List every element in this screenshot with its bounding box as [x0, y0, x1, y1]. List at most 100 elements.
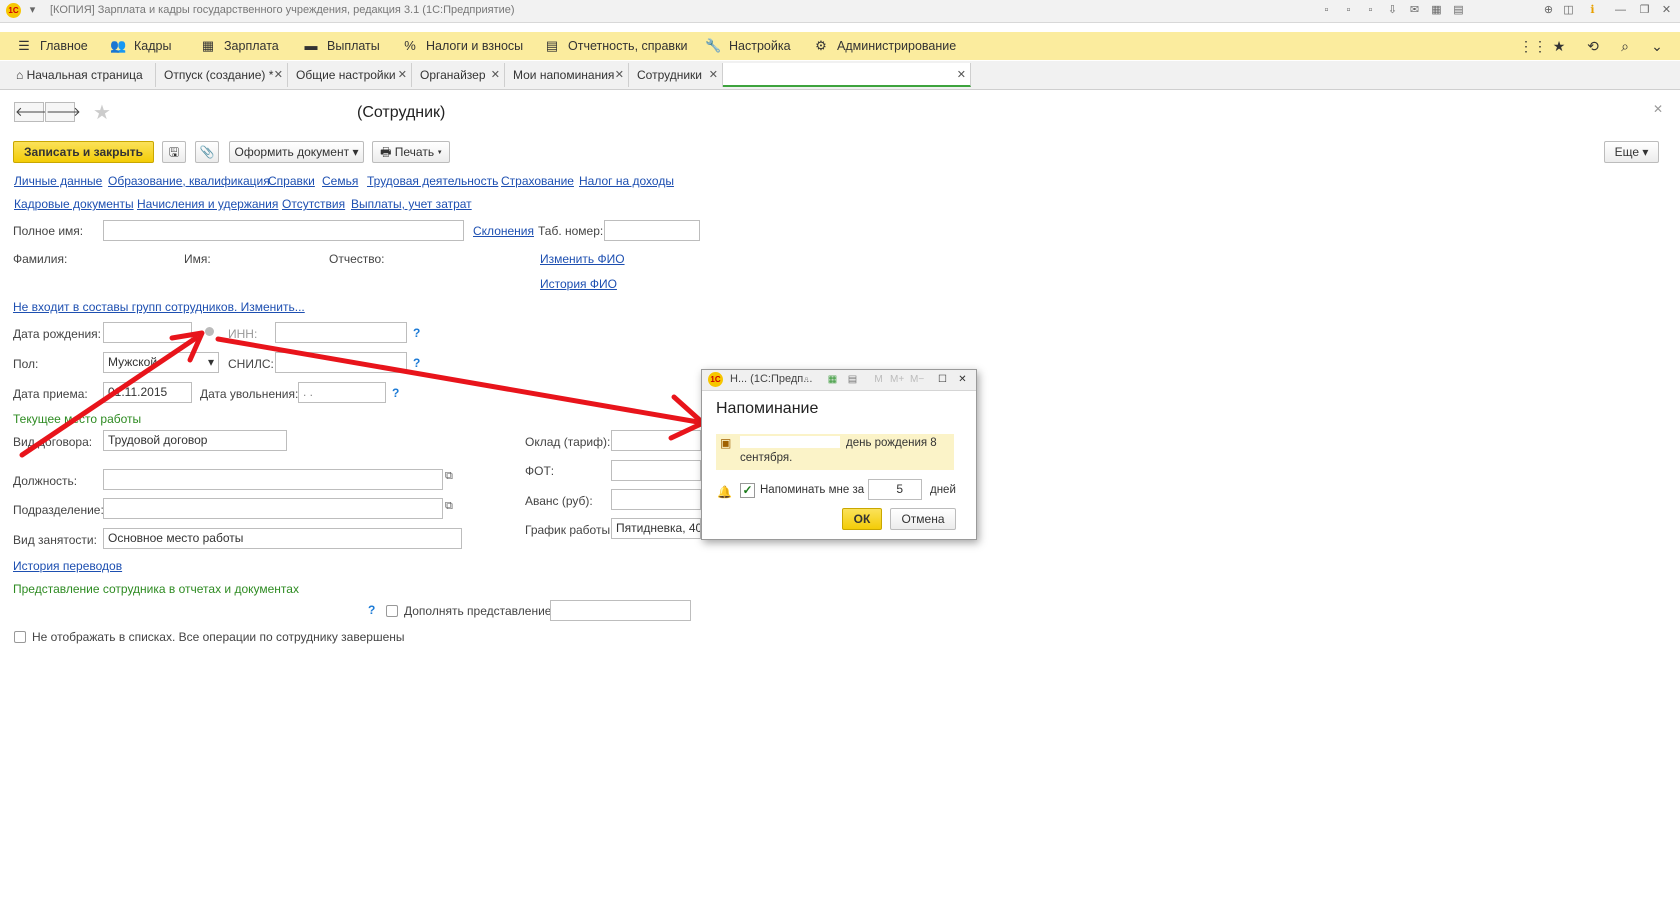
remind-checkbox[interactable]: ✓: [740, 483, 755, 498]
favorites-star-icon[interactable]: ★: [1550, 38, 1568, 54]
transfer-history-link[interactable]: История переводов: [13, 559, 122, 573]
salary-input[interactable]: [611, 430, 701, 451]
favorite-star-icon[interactable]: ★: [93, 100, 111, 125]
download-icon[interactable]: ⇩: [1386, 4, 1399, 17]
remind-days-stepper[interactable]: 5: [868, 479, 922, 500]
close-icon[interactable]: ✕: [956, 373, 969, 386]
help-icon[interactable]: ?: [413, 326, 420, 340]
groups-link[interactable]: Не входит в составы групп сотрудников. И…: [13, 300, 305, 314]
tab-number-input[interactable]: [604, 220, 700, 241]
print-button[interactable]: 🖶 Печать ▾: [372, 141, 450, 163]
close-window-icon[interactable]: ✕: [1660, 4, 1673, 17]
birthday-reminder-icon[interactable]: [205, 327, 214, 336]
cancel-button[interactable]: Отмена: [890, 508, 956, 530]
calendar-icon[interactable]: ▤: [1452, 4, 1465, 17]
dropdown-menu-icon[interactable]: ▾: [26, 4, 39, 17]
dismissal-date-input[interactable]: . .: [298, 382, 386, 403]
restore-icon[interactable]: ❐: [1638, 4, 1651, 17]
declension-link[interactable]: Склонения: [473, 224, 534, 238]
link-income-tax[interactable]: Налог на доходы: [579, 174, 674, 188]
close-tab-icon[interactable]: ✕: [491, 63, 500, 87]
tab-vacation[interactable]: Отпуск (создание) * ✕: [156, 63, 288, 87]
menu-item-hr[interactable]: 👥 Кадры: [110, 32, 171, 60]
tab-employee-active[interactable]: ✕: [723, 63, 971, 87]
table-icon[interactable]: ▦: [1430, 4, 1443, 17]
menu-item-payments[interactable]: ▬ Выплаты: [303, 32, 380, 60]
history-icon[interactable]: ⟲: [1584, 38, 1602, 54]
supplement-checkbox[interactable]: [386, 605, 398, 617]
help-icon[interactable]: ?: [368, 603, 375, 617]
memory-minus-icon[interactable]: M−: [910, 373, 924, 386]
close-tab-icon[interactable]: ✕: [615, 63, 624, 87]
fio-history-link[interactable]: История ФИО: [540, 277, 617, 291]
schedule-input[interactable]: Пятидневка, 40 ч: [611, 518, 701, 539]
save-icon[interactable]: ▫: [800, 373, 813, 386]
department-input[interactable]: [103, 498, 443, 519]
zoom-icon[interactable]: ⊕: [1542, 4, 1555, 17]
link-insurance[interactable]: Страхование: [501, 174, 574, 188]
menu-item-admin[interactable]: ⚙ Администрирование: [813, 32, 956, 60]
tab-employees[interactable]: Сотрудники ✕: [629, 63, 723, 87]
link-certificates[interactable]: Справки: [268, 174, 315, 188]
tab-organizer[interactable]: Органайзер ✕: [412, 63, 505, 87]
close-tab-icon[interactable]: ✕: [709, 63, 718, 87]
help-icon[interactable]: ?: [413, 356, 420, 370]
memory-plus-icon[interactable]: M+: [890, 373, 904, 386]
memory-m-icon[interactable]: M: [872, 373, 885, 386]
open-link-icon[interactable]: ⧉: [445, 470, 453, 483]
close-form-icon[interactable]: ✕: [1653, 102, 1663, 116]
forward-button[interactable]: 🡒: [45, 102, 81, 122]
employment-type-input[interactable]: Основное место работы: [103, 528, 462, 549]
menu-item-main[interactable]: ☰ Главное: [16, 32, 88, 60]
table-icon[interactable]: ▦: [826, 373, 839, 386]
save-and-close-button[interactable]: Записать и закрыть: [13, 141, 154, 163]
print-icon[interactable]: ▫: [1342, 4, 1355, 17]
close-tab-icon[interactable]: ✕: [274, 63, 283, 87]
link-absences[interactable]: Отсутствия: [282, 197, 345, 211]
position-input[interactable]: [103, 469, 443, 490]
mail-icon[interactable]: ✉: [1408, 4, 1421, 17]
calendar-icon[interactable]: ▤: [846, 373, 859, 386]
search-icon[interactable]: ⌕: [1616, 38, 1634, 54]
snils-input[interactable]: [275, 352, 407, 373]
birth-date-input[interactable]: [103, 322, 192, 343]
close-tab-icon[interactable]: ✕: [957, 63, 966, 87]
link-hr-documents[interactable]: Кадровые документы: [14, 197, 134, 211]
inn-input[interactable]: [275, 322, 407, 343]
contract-type-input[interactable]: Трудовой договор: [103, 430, 287, 451]
link-accruals[interactable]: Начисления и удержания: [137, 197, 278, 211]
gender-select[interactable]: Мужской ▾: [103, 352, 219, 373]
panels-icon[interactable]: ◫: [1562, 4, 1575, 17]
change-fio-link[interactable]: Изменить ФИО: [540, 252, 625, 266]
tab-my-reminders[interactable]: Мои напоминания ✕: [505, 63, 629, 87]
link-education[interactable]: Образование, квалификация: [108, 174, 270, 188]
save-icon[interactable]: ▫: [1320, 4, 1333, 17]
close-tab-icon[interactable]: ✕: [398, 63, 407, 87]
hide-in-lists-checkbox[interactable]: [14, 631, 26, 643]
full-name-input[interactable]: [103, 220, 464, 241]
help-icon[interactable]: ?: [392, 386, 399, 400]
ok-button[interactable]: ОК: [842, 508, 882, 530]
info-icon[interactable]: ℹ: [1586, 4, 1599, 17]
tab-general-settings[interactable]: Общие настройки ✕: [288, 63, 412, 87]
menu-item-taxes[interactable]: % Налоги и взносы: [402, 32, 523, 60]
open-link-icon[interactable]: ⧉: [445, 500, 453, 513]
menu-item-reports[interactable]: ▤ Отчетность, справки: [544, 32, 688, 60]
hire-date-input[interactable]: 01.11.2015: [103, 382, 192, 403]
preview-icon[interactable]: ▫: [1364, 4, 1377, 17]
link-labor-activity[interactable]: Трудовая деятельность: [367, 174, 498, 188]
menu-item-salary[interactable]: ▦ Зарплата: [200, 32, 279, 60]
link-family[interactable]: Семья: [322, 174, 358, 188]
advance-input[interactable]: [611, 489, 701, 510]
link-payments-costs[interactable]: Выплаты, учет затрат: [351, 197, 472, 211]
issue-document-button[interactable]: Оформить документ ▾: [229, 141, 364, 163]
save-icon[interactable]: 🖫: [162, 141, 186, 163]
more-button[interactable]: Еще ▾: [1604, 141, 1659, 163]
menu-item-settings[interactable]: 🔧 Настройка: [705, 32, 791, 60]
fot-input[interactable]: [611, 460, 701, 481]
menu-chevron-icon[interactable]: ⌄: [1648, 38, 1666, 54]
back-button[interactable]: 🡐: [14, 102, 50, 122]
all-functions-icon[interactable]: ⋮⋮: [1519, 38, 1547, 54]
tab-home[interactable]: ⌂ Начальная страница: [4, 63, 156, 87]
minimize-icon[interactable]: —: [1614, 4, 1627, 17]
